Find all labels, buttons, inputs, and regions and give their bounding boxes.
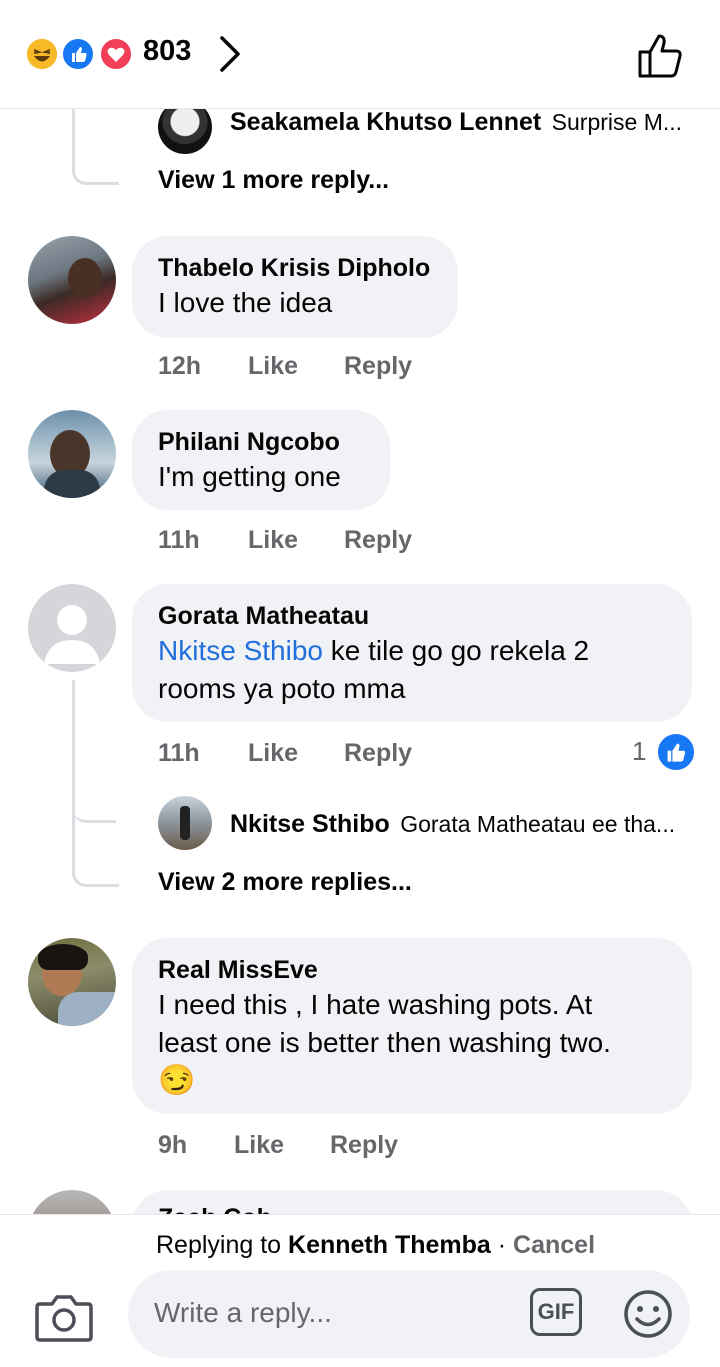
- reply-button[interactable]: Reply: [344, 352, 412, 381]
- love-reaction-icon: [98, 36, 134, 72]
- comment-bubble: Philani Ngcobo I'm getting one: [132, 410, 390, 510]
- comment-text: I need this , I hate washing pots. At: [158, 989, 593, 1020]
- comment-bubble: Thabelo Krisis Dipholo I love the idea: [132, 236, 458, 338]
- reply-author-name[interactable]: Seakamela Khutso Lennet: [230, 108, 541, 136]
- comment-timestamp[interactable]: 11h: [158, 526, 200, 555]
- comment-text: I love the idea: [158, 287, 333, 318]
- reply-snippet: Surprise M...: [551, 109, 683, 135]
- comment-text: least one is better then washing two.: [158, 1027, 611, 1058]
- separator: ·: [490, 1231, 514, 1259]
- mention-link[interactable]: Nkitse Sthibo: [158, 635, 323, 666]
- avatar[interactable]: [158, 796, 212, 850]
- like-reaction-icon[interactable]: [656, 732, 696, 772]
- comment-author-name[interactable]: Philani Ngcobo: [158, 426, 364, 458]
- replying-to-name: Kenneth Themba: [288, 1231, 491, 1259]
- emoji-icon[interactable]: [622, 1288, 674, 1345]
- like-reaction-icon: [60, 36, 96, 72]
- reply-author-name[interactable]: Nkitse Sthibo: [230, 810, 390, 838]
- avatar[interactable]: [28, 938, 116, 1026]
- replying-prefix: Replying to: [156, 1231, 289, 1259]
- reply-input[interactable]: Write a reply... GIF: [128, 1270, 690, 1358]
- cancel-reply-button[interactable]: Cancel: [513, 1231, 595, 1259]
- like-button[interactable]: Like: [248, 526, 298, 555]
- replying-to-banner: Replying to Kenneth Themba · Cancel: [156, 1231, 595, 1260]
- thumbs-up-outline-icon[interactable]: [634, 30, 686, 85]
- like-button[interactable]: Like: [234, 1131, 284, 1160]
- default-avatar-icon[interactable]: [28, 584, 116, 672]
- reply-button[interactable]: Reply: [344, 739, 412, 768]
- comment-author-name[interactable]: Real MissEve: [158, 954, 666, 986]
- comment-author-name[interactable]: Gorata Matheatau: [158, 600, 666, 632]
- comment-timestamp[interactable]: 12h: [158, 352, 201, 381]
- reply-button[interactable]: Reply: [330, 1131, 398, 1160]
- comment-text: rooms ya poto mma: [158, 673, 406, 704]
- chevron-right-icon[interactable]: [214, 34, 244, 79]
- reply-button[interactable]: Reply: [344, 526, 412, 555]
- laugh-emoji-icon: [24, 36, 60, 72]
- comment-timestamp[interactable]: 11h: [158, 739, 200, 768]
- gif-button[interactable]: GIF: [530, 1288, 582, 1336]
- thread-branch: [72, 770, 116, 823]
- avatar[interactable]: [28, 236, 116, 324]
- comment-bubble: Gorata Matheatau Nkitse Sthibo ke tile g…: [132, 584, 692, 722]
- reply-snippet: Gorata Matheatau ee tha...: [400, 811, 676, 837]
- reply-placeholder: Write a reply...: [154, 1297, 332, 1328]
- reactions-header: 803: [0, 0, 720, 109]
- view-more-replies-link[interactable]: View 1 more reply...: [158, 166, 389, 195]
- reply-preview[interactable]: Seakamela Khutso Lennet Surprise M...: [230, 108, 682, 137]
- thread-connector: [72, 108, 119, 185]
- camera-icon[interactable]: [34, 1290, 94, 1349]
- comment-bubble: Real MissEve I need this , I hate washin…: [132, 938, 692, 1114]
- comment-reaction-count[interactable]: 1: [632, 736, 646, 767]
- comment-author-name[interactable]: Thabelo Krisis Dipholo: [158, 252, 432, 284]
- reply-preview[interactable]: Nkitse Sthibo Gorata Matheatau ee tha...: [230, 810, 675, 839]
- comment-text: I'm getting one: [158, 461, 341, 492]
- avatar[interactable]: [28, 410, 116, 498]
- view-more-replies-link[interactable]: View 2 more replies...: [158, 868, 412, 897]
- comment-text: ke tile go go rekela 2: [322, 635, 590, 666]
- like-button[interactable]: Like: [248, 352, 298, 381]
- like-button[interactable]: Like: [248, 739, 298, 768]
- reaction-count[interactable]: 803: [143, 35, 191, 68]
- comment-timestamp[interactable]: 9h: [158, 1131, 187, 1160]
- smirk-emoji-icon: 😏: [158, 1064, 196, 1097]
